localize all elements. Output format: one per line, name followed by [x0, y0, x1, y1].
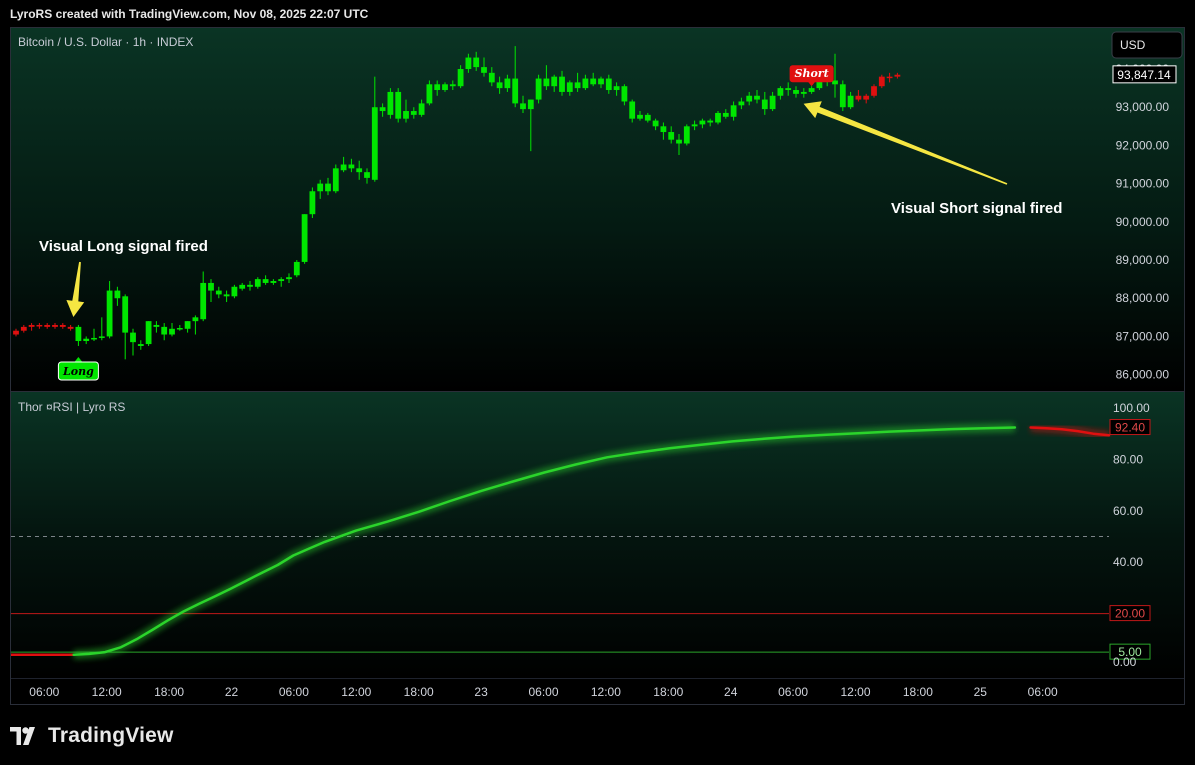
candle [535, 74, 542, 104]
time-tick-label: 06:00 [279, 685, 309, 699]
time-tick-label: 12:00 [92, 685, 122, 699]
time-tick-label: 06:00 [528, 685, 558, 699]
time-tick-label: 06:00 [1028, 685, 1058, 699]
currency-button[interactable]: USD [1111, 31, 1183, 59]
chart-svg[interactable]: Bitcoin / U.S. Dollar · 1h · INDEX Thor … [11, 28, 1185, 705]
rsi-tick-label: 60.00 [1113, 504, 1143, 518]
time-tick-label: 06:00 [29, 685, 59, 699]
price-tick-label: 88,000.00 [1116, 291, 1170, 305]
time-tick-label: 25 [974, 685, 988, 699]
price-pane-title: Bitcoin / U.S. Dollar · 1h · INDEX [18, 35, 193, 49]
time-tick-label: 22 [225, 685, 239, 699]
rsi-tick-label: 100.00 [1113, 401, 1150, 415]
candle [231, 284, 238, 299]
price-tick-label: 90,000.00 [1116, 215, 1170, 229]
rsi-pane-title: Thor ¤RSI | Lyro RS [18, 400, 125, 414]
tradingview-logo-icon [10, 727, 35, 745]
candle [871, 84, 877, 98]
time-tick-label: 18:00 [154, 685, 184, 699]
rsi-tick-label: 40.00 [1113, 555, 1143, 569]
price-tick-label: 92,000.00 [1116, 138, 1170, 152]
candle [715, 111, 721, 125]
chart-frame[interactable]: Bitcoin / U.S. Dollar · 1h · INDEX Thor … [10, 27, 1185, 705]
candle [683, 124, 690, 146]
rsi-last-value-label: 92.40 [1109, 419, 1151, 436]
svg-text:93,847.14: 93,847.14 [1117, 68, 1171, 82]
price-tick-label: 87,000.00 [1116, 329, 1170, 343]
svg-text:Long: Long [62, 365, 94, 378]
tradingview-brand: TradingView [48, 724, 174, 747]
candle [145, 321, 152, 346]
time-tick-label: 24 [724, 685, 738, 699]
footer: TradingView [10, 716, 174, 756]
currency-button-label: USD [1120, 38, 1146, 52]
svg-text:20.00: 20.00 [1115, 607, 1145, 621]
candle [878, 74, 885, 89]
time-tick-label: 12:00 [591, 685, 621, 699]
price-tick-label: 89,000.00 [1116, 253, 1170, 267]
candle [293, 260, 300, 278]
price-tick-label: 91,000.00 [1116, 177, 1170, 191]
chart-credit: LyroRS created with TradingView.com, Nov… [10, 7, 369, 21]
time-tick-label: 18:00 [653, 685, 683, 699]
last-price-label: 93,847.14 [1112, 65, 1177, 84]
time-tick-label: 18:00 [903, 685, 933, 699]
candle [309, 187, 316, 218]
rsi-level-label: 20.00 [1109, 605, 1151, 622]
rsi-tick-label: 0.00 [1113, 655, 1137, 669]
candle [395, 88, 402, 123]
time-tick-label: 23 [474, 685, 488, 699]
price-tick-label: 93,000.00 [1116, 100, 1170, 114]
svg-text:Short: Short [795, 67, 829, 80]
candle [839, 80, 846, 112]
price-tick-label: 86,000.00 [1116, 368, 1170, 382]
time-tick-label: 12:00 [341, 685, 371, 699]
candle [387, 88, 394, 119]
rsi-pane-background [11, 392, 1184, 678]
time-tick-label: 18:00 [404, 685, 434, 699]
rsi-tick-label: 80.00 [1113, 452, 1143, 466]
annotation-short-text: Visual Short signal fired [891, 200, 1062, 217]
annotation-long-text: Visual Long signal fired [39, 238, 208, 255]
candle [301, 214, 308, 264]
time-tick-label: 12:00 [840, 685, 870, 699]
svg-text:92.40: 92.40 [1115, 421, 1145, 435]
candle [332, 164, 339, 194]
time-tick-label: 06:00 [778, 685, 808, 699]
